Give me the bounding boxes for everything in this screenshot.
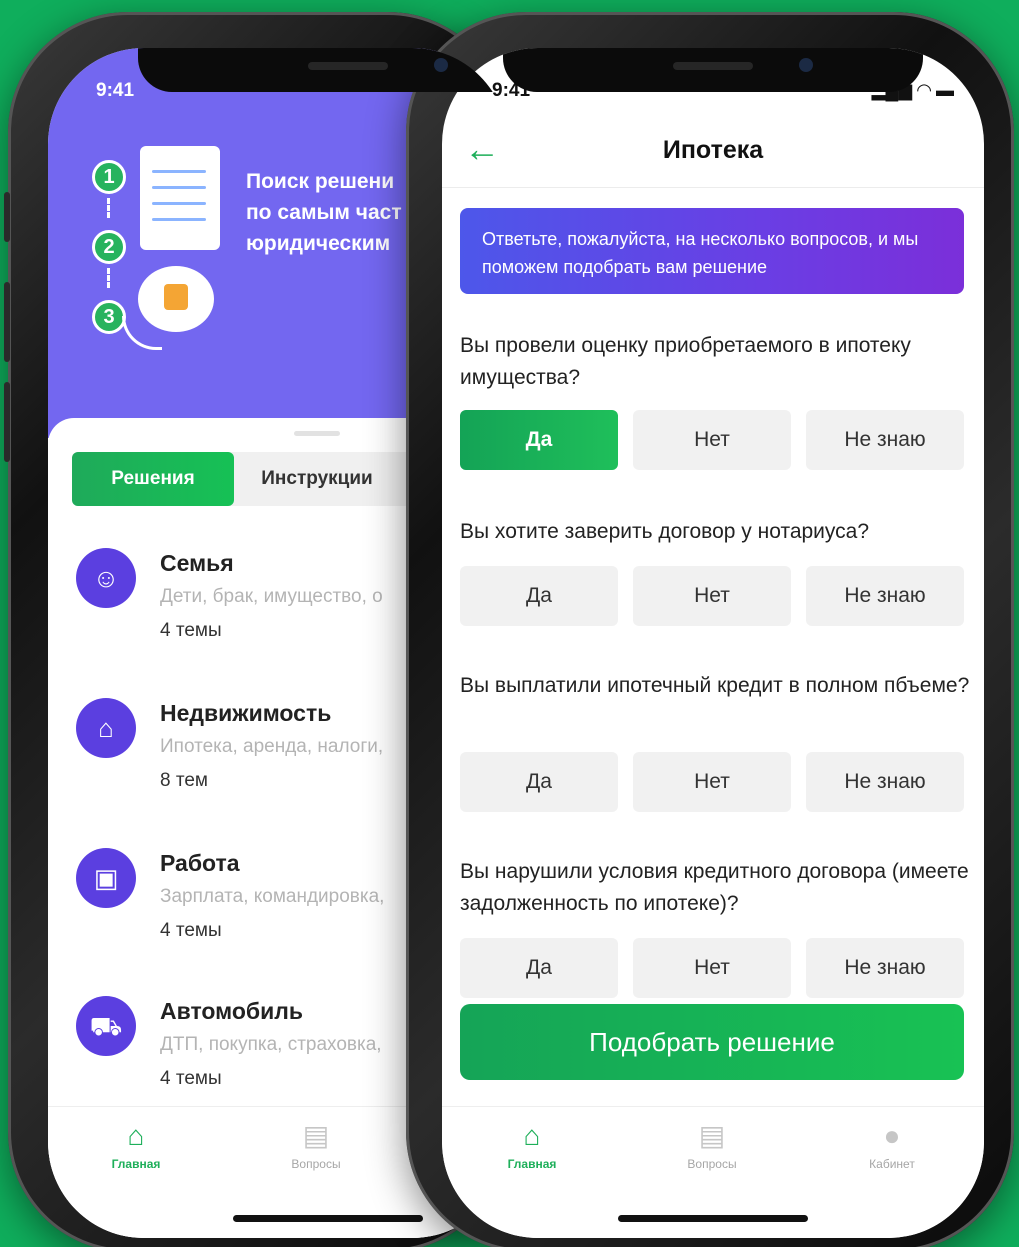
answer-no[interactable]: Нет bbox=[633, 938, 791, 998]
chat-icon: ▤ bbox=[698, 1120, 726, 1151]
intro-banner: Ответьте, пожалуйста, на несколько вопро… bbox=[460, 208, 964, 294]
home-icon: ⌂ bbox=[127, 1120, 145, 1151]
find-solution-button[interactable]: Подобрать решение bbox=[460, 1004, 964, 1080]
document-illustration bbox=[140, 146, 220, 250]
wifi-icon: ◠ bbox=[917, 80, 931, 100]
answer-no[interactable]: Нет bbox=[633, 410, 791, 470]
answer-row-2: Да Нет Не знаю bbox=[460, 566, 966, 626]
mute-switch bbox=[4, 192, 10, 242]
category-description: Дети, брак, имущество, о bbox=[160, 586, 383, 607]
category-title: Работа bbox=[160, 850, 240, 876]
person-icon: ● bbox=[883, 1120, 901, 1151]
step-connector bbox=[107, 268, 111, 288]
category-count: 4 темы bbox=[160, 1068, 222, 1089]
home-indicator bbox=[618, 1215, 808, 1222]
category-description: Зарплата, командировка, bbox=[160, 886, 385, 907]
phone-right: 9:41 ▂▄▆ ◠ ▬ ← Ипотека Ответьте, пожалуй… bbox=[406, 12, 1014, 1247]
question-3: Вы выплатили ипотечный кредит в полном п… bbox=[460, 674, 970, 697]
answer-dont-know[interactable]: Не знаю bbox=[806, 752, 964, 812]
chat-icon: ▤ bbox=[302, 1120, 330, 1151]
tab-instructions[interactable]: Инструкции bbox=[242, 452, 392, 506]
sheet-grabber[interactable] bbox=[294, 431, 340, 436]
answer-dont-know[interactable]: Не знаю bbox=[806, 566, 964, 626]
category-description: Ипотека, аренда, налоги, bbox=[160, 736, 384, 757]
battery-icon: ▬ bbox=[936, 80, 954, 100]
tab-solutions[interactable]: Решения bbox=[72, 452, 234, 506]
notch bbox=[503, 48, 923, 92]
category-count: 4 темы bbox=[160, 920, 222, 941]
volume-up-button bbox=[4, 282, 10, 362]
camera bbox=[434, 58, 448, 72]
category-title: Недвижимость bbox=[160, 700, 332, 726]
tab-home[interactable]: ⌂ Главная bbox=[76, 1119, 196, 1171]
volume-down-button bbox=[4, 382, 10, 462]
category-count: 8 тем bbox=[160, 770, 208, 791]
step-connector bbox=[107, 198, 111, 218]
thumbs-up-icon bbox=[164, 284, 188, 310]
step-3: 3 bbox=[92, 300, 126, 334]
tab-questions[interactable]: ▤ Вопросы bbox=[256, 1119, 376, 1171]
status-time: 9:41 bbox=[96, 80, 135, 101]
question-2: Вы хотите заверить договор у нотариуса? bbox=[460, 520, 870, 543]
answer-yes[interactable]: Да bbox=[460, 938, 618, 998]
chat-bubble-illustration bbox=[138, 266, 214, 332]
category-title: Семья bbox=[160, 550, 234, 576]
right-screen: 9:41 ▂▄▆ ◠ ▬ ← Ипотека Ответьте, пожалуй… bbox=[442, 48, 984, 1238]
bottom-tabbar: ⌂ Главная ▤ Вопросы ● Кабинет bbox=[442, 1106, 984, 1238]
family-icon: ☺ bbox=[76, 548, 136, 608]
answer-yes[interactable]: Да bbox=[460, 410, 618, 470]
tab-label: Главная bbox=[507, 1157, 557, 1171]
camera bbox=[799, 58, 813, 72]
page-title: Ипотека bbox=[662, 136, 764, 164]
question-4: Вы нарушили условия кредитного договора … bbox=[460, 860, 969, 915]
tab-home[interactable]: ⌂ Главная bbox=[472, 1119, 592, 1171]
tab-account[interactable]: ● Кабинет bbox=[832, 1119, 952, 1171]
answer-yes[interactable]: Да bbox=[460, 566, 618, 626]
answer-dont-know[interactable]: Не знаю bbox=[806, 938, 964, 998]
category-count: 4 темы bbox=[160, 620, 222, 641]
tab-label: Главная bbox=[111, 1157, 161, 1171]
tab-label: Кабинет bbox=[869, 1157, 915, 1171]
briefcase-icon: ▣ bbox=[76, 848, 136, 908]
tab-label: Вопросы bbox=[291, 1157, 341, 1171]
category-description: ДТП, покупка, страховка, bbox=[160, 1034, 382, 1055]
tab-questions[interactable]: ▤ Вопросы bbox=[652, 1119, 772, 1171]
answer-no[interactable]: Нет bbox=[633, 566, 791, 626]
car-icon: ⛟ bbox=[76, 996, 136, 1056]
step-1: 1 bbox=[92, 160, 126, 194]
answer-dont-know[interactable]: Не знаю bbox=[806, 410, 964, 470]
question-1: Вы провели оценку приобретаемого в ипоте… bbox=[460, 334, 911, 389]
step-2: 2 bbox=[92, 230, 126, 264]
nav-bar: ← Ипотека bbox=[442, 112, 984, 188]
answer-yes[interactable]: Да bbox=[460, 752, 618, 812]
answer-row-4: Да Нет Не знаю bbox=[460, 938, 966, 998]
notch bbox=[138, 48, 508, 92]
home-indicator bbox=[233, 1215, 423, 1222]
house-icon: ⌂ bbox=[76, 698, 136, 758]
tab-label: Вопросы bbox=[687, 1157, 737, 1171]
category-title: Автомобиль bbox=[160, 998, 304, 1024]
answer-no[interactable]: Нет bbox=[633, 752, 791, 812]
answer-row-3: Да Нет Не знаю bbox=[460, 752, 966, 812]
home-icon: ⌂ bbox=[523, 1120, 541, 1151]
answer-row-1: Да Нет Не знаю bbox=[460, 410, 966, 470]
